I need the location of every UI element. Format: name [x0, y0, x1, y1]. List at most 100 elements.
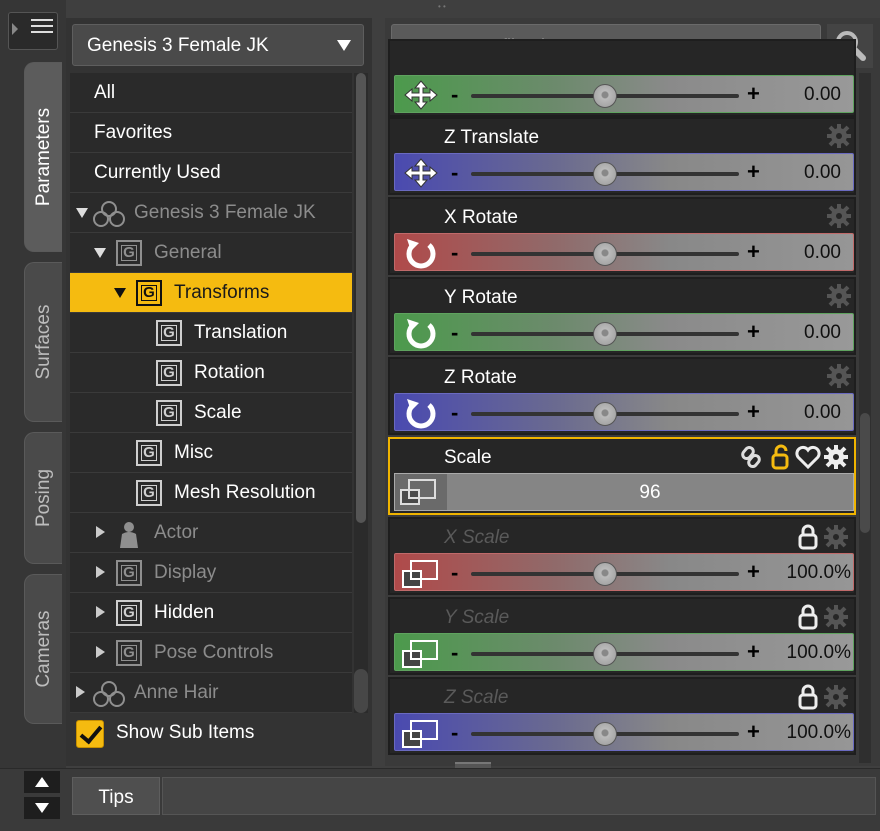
link-icon[interactable]: [741, 445, 761, 469]
x-scale-slider[interactable]: - + 100.0%: [394, 553, 854, 591]
slider-track[interactable]: [471, 162, 739, 186]
x-rotate-value[interactable]: 0.00: [804, 242, 841, 264]
slider-knob[interactable]: [593, 242, 617, 266]
filter-currently-used[interactable]: Currently Used: [70, 153, 352, 193]
tree-node-misc[interactable]: G Misc: [70, 433, 352, 473]
slider-track[interactable]: [471, 562, 739, 586]
tree-node-pose-controls[interactable]: G Pose Controls: [70, 633, 352, 673]
tree-node-hidden[interactable]: G Hidden: [70, 593, 352, 633]
y-rotate-slider[interactable]: - + 0.00: [394, 313, 854, 351]
lock-icon[interactable]: [771, 444, 789, 470]
gear-icon[interactable]: [824, 685, 848, 709]
parameter-scrollbar[interactable]: [859, 73, 871, 763]
slider-knob[interactable]: [593, 402, 617, 426]
group-icon: G: [116, 240, 142, 266]
slider-track[interactable]: [471, 322, 739, 346]
figure-selector[interactable]: Genesis 3 Female JK: [72, 24, 364, 66]
tree-node-display[interactable]: G Display: [70, 553, 352, 593]
tab-cameras[interactable]: Cameras: [24, 574, 62, 724]
collapse-arrow-icon[interactable]: [94, 248, 106, 258]
z-translate-value[interactable]: 0.00: [804, 162, 841, 184]
top-resize-grip[interactable]: • •: [438, 2, 460, 11]
scroll-down-button[interactable]: [24, 797, 60, 819]
slider-track[interactable]: [471, 402, 739, 426]
collapse-arrow-icon[interactable]: [114, 288, 126, 298]
y-translate-value[interactable]: 0.00: [804, 84, 841, 106]
tab-posing[interactable]: Posing: [24, 432, 62, 564]
scrollbar-thumb[interactable]: [356, 73, 366, 523]
y-translate-slider[interactable]: - + 0.00: [394, 75, 854, 113]
slider-track[interactable]: [471, 242, 739, 266]
gear-icon[interactable]: [824, 525, 848, 549]
tab-parameters-label: Parameters: [32, 107, 54, 207]
gear-icon[interactable]: [826, 283, 852, 309]
tree-node-mesh-resolution[interactable]: G Mesh Resolution: [70, 473, 352, 513]
tree-node-rotation[interactable]: G Rotation: [70, 353, 352, 393]
slider-knob[interactable]: [593, 322, 617, 346]
slider-track[interactable]: [471, 642, 739, 666]
tab-tips[interactable]: Tips: [72, 777, 160, 815]
group-icon: G: [136, 480, 162, 506]
y-rotate-value[interactable]: 0.00: [804, 322, 841, 344]
z-rotate-value[interactable]: 0.00: [804, 402, 841, 424]
expand-arrow-icon[interactable]: [96, 646, 105, 658]
slider-track[interactable]: [471, 84, 739, 108]
tree-node-transforms[interactable]: G Transforms: [70, 273, 352, 313]
param-header-icons: [736, 443, 850, 476]
dropdown-caret-icon: [337, 40, 351, 51]
z-scale-value[interactable]: 100.0%: [787, 722, 851, 744]
gear-icon[interactable]: [824, 605, 848, 629]
x-rotate-slider[interactable]: - + 0.00: [394, 233, 854, 271]
expand-arrow-icon[interactable]: [96, 566, 105, 578]
tree-node-anne-hair[interactable]: Anne Hair: [70, 673, 352, 713]
tree-node-translation[interactable]: G Translation: [70, 313, 352, 353]
slider-knob[interactable]: [593, 722, 617, 746]
expand-arrow-icon[interactable]: [96, 606, 105, 618]
scroll-step-button[interactable]: [354, 669, 368, 713]
tree-node-figure-root[interactable]: Genesis 3 Female JK: [70, 193, 352, 233]
tab-parameters[interactable]: Parameters: [24, 62, 62, 252]
tree-node-general[interactable]: G General: [70, 233, 352, 273]
expand-arrow-icon[interactable]: [96, 526, 105, 538]
slider-track[interactable]: [471, 722, 739, 746]
show-sub-items-checkbox[interactable]: [76, 720, 104, 748]
z-translate-slider[interactable]: - + 0.00: [394, 153, 854, 191]
param-name: Y Scale: [444, 607, 510, 628]
tree-node-label: Translation: [194, 322, 288, 343]
lock-icon[interactable]: [798, 684, 818, 710]
param-scale[interactable]: Scale 96: [388, 437, 856, 515]
expand-arrow-icon[interactable]: [76, 686, 85, 698]
param-header-icons: [796, 603, 850, 636]
filter-all[interactable]: All: [70, 73, 352, 113]
gear-icon[interactable]: [826, 123, 852, 149]
slider-knob[interactable]: [593, 642, 617, 666]
tree-node-actor[interactable]: Actor: [70, 513, 352, 553]
slider-plus-label: +: [747, 399, 760, 424]
gear-icon[interactable]: [826, 363, 852, 389]
lock-icon[interactable]: [798, 604, 818, 630]
z-rotate-slider[interactable]: - + 0.00: [394, 393, 854, 431]
tree-scrollbar[interactable]: [354, 73, 368, 713]
slider-knob[interactable]: [593, 84, 617, 108]
heart-icon[interactable]: [795, 445, 821, 470]
scale-value-field[interactable]: 96: [394, 473, 854, 511]
property-tree: All Favorites Currently Used Genesis 3 F…: [70, 73, 352, 713]
filter-all-label: All: [94, 82, 116, 103]
y-scale-slider[interactable]: - + 100.0%: [394, 633, 854, 671]
filter-favorites[interactable]: Favorites: [70, 113, 352, 153]
collapse-arrow-icon[interactable]: [76, 208, 88, 218]
scroll-up-button[interactable]: [24, 771, 60, 793]
gear-icon[interactable]: [824, 445, 848, 469]
tab-surfaces[interactable]: Surfaces: [24, 262, 62, 422]
scrollbar-thumb[interactable]: [860, 413, 870, 533]
gear-icon[interactable]: [826, 203, 852, 229]
y-scale-value[interactable]: 100.0%: [787, 642, 851, 664]
lock-icon[interactable]: [798, 524, 818, 550]
pane-menu-button[interactable]: [8, 12, 58, 50]
slider-knob[interactable]: [593, 162, 617, 186]
rotate-icon: [406, 319, 436, 349]
slider-knob[interactable]: [593, 562, 617, 586]
x-scale-value[interactable]: 100.0%: [787, 562, 851, 584]
tree-node-scale[interactable]: G Scale: [70, 393, 352, 433]
z-scale-slider[interactable]: - + 100.0%: [394, 713, 854, 751]
